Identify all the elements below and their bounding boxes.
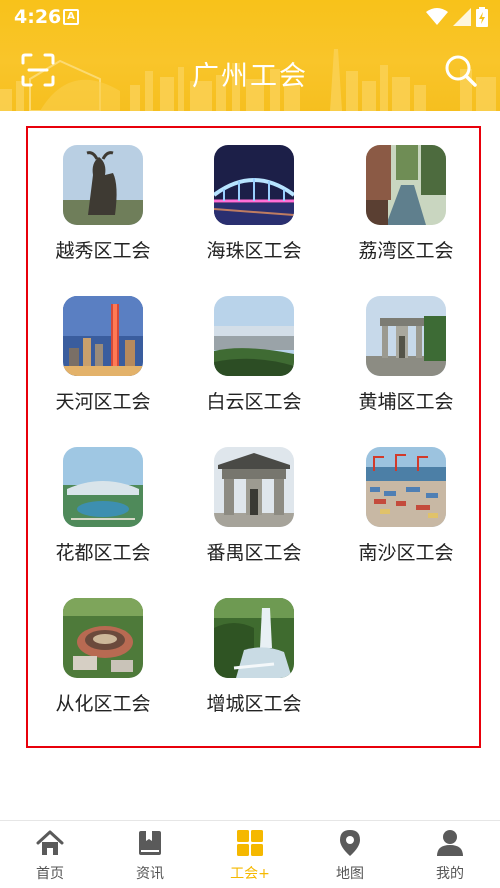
district-item[interactable]: 南沙区工会 — [331, 430, 481, 580]
tab-home[interactable]: 首页 — [0, 821, 100, 888]
goat-statue-photo — [63, 145, 143, 225]
tab-union-plus[interactable]: 工会+ — [200, 821, 300, 888]
search-icon[interactable] — [444, 54, 478, 88]
district-label: 海珠区工会 — [206, 240, 302, 262]
district-item[interactable]: 番禺区工会 — [179, 430, 329, 580]
district-label: 增城区工会 — [206, 693, 302, 715]
district-item[interactable]: 海珠区工会 — [179, 128, 329, 278]
tab-label: 首页 — [36, 866, 64, 882]
waterfall-photo — [214, 598, 294, 678]
tab-label: 地图 — [336, 866, 364, 882]
grid-squares-icon — [237, 830, 263, 856]
district-item[interactable]: 花都区工会 — [28, 430, 178, 580]
round-earth-building-photo — [63, 598, 143, 678]
tab-label: 工会+ — [230, 866, 270, 882]
map-pin-icon — [340, 830, 360, 856]
district-item[interactable]: 荔湾区工会 — [331, 128, 481, 278]
district-item[interactable]: 从化区工会 — [28, 581, 178, 731]
district-label: 黄埔区工会 — [358, 391, 454, 413]
district-label: 番禺区工会 — [206, 542, 302, 564]
district-label: 越秀区工会 — [55, 240, 151, 262]
district-item[interactable]: 白云区工会 — [179, 279, 329, 429]
district-label: 花都区工会 — [55, 542, 151, 564]
tower-skyline-photo — [63, 296, 143, 376]
tab-map[interactable]: 地图 — [300, 821, 400, 888]
person-icon — [437, 830, 463, 856]
lit-bridge-photo — [214, 145, 294, 225]
tab-label: 我的 — [436, 866, 464, 882]
district-label: 天河区工会 — [55, 391, 151, 413]
district-item[interactable]: 增城区工会 — [179, 581, 329, 731]
airport-terminal-photo — [63, 447, 143, 527]
stone-archway-photo — [214, 447, 294, 527]
tab-label: 资讯 — [136, 866, 164, 882]
container-port-photo — [366, 447, 446, 527]
district-item[interactable]: 越秀区工会 — [28, 128, 178, 278]
canal-street-photo — [366, 145, 446, 225]
district-item[interactable]: 天河区工会 — [28, 279, 178, 429]
district-label: 白云区工会 — [206, 391, 302, 413]
district-label: 从化区工会 — [55, 693, 151, 715]
app-screen: 4:26 A 广州工会 越秀区工会 海珠区工会 荔湾区工会 天河区工会 白云区工… — [0, 0, 500, 888]
header: 4:26 A 广州工会 — [0, 0, 500, 111]
battery-icon — [476, 7, 488, 27]
notification-badge-icon: A — [63, 9, 79, 25]
tab-news[interactable]: 资讯 — [100, 821, 200, 888]
news-book-icon — [139, 831, 161, 855]
tab-mine[interactable]: 我的 — [400, 821, 500, 888]
status-icons — [426, 6, 488, 28]
district-item[interactable]: 黄埔区工会 — [331, 279, 481, 429]
status-time: 4:26 — [14, 6, 62, 28]
title-bar: 广州工会 — [0, 48, 500, 98]
status-bar: 4:26 A — [0, 0, 500, 34]
district-label: 南沙区工会 — [358, 542, 454, 564]
bottom-tab-bar: 首页 资讯 工会+ 地图 我的 — [0, 820, 500, 888]
wifi-icon — [426, 8, 448, 25]
home-icon — [36, 830, 64, 855]
mountain-city-view-photo — [214, 296, 294, 376]
district-label: 荔湾区工会 — [358, 240, 454, 262]
page-title: 广州工会 — [192, 61, 308, 92]
district-grid: 越秀区工会 海珠区工会 荔湾区工会 天河区工会 白云区工会 黄埔区工会 花都区工… — [26, 126, 481, 748]
signal-icon — [453, 8, 471, 26]
memorial-archway-photo — [366, 296, 446, 376]
